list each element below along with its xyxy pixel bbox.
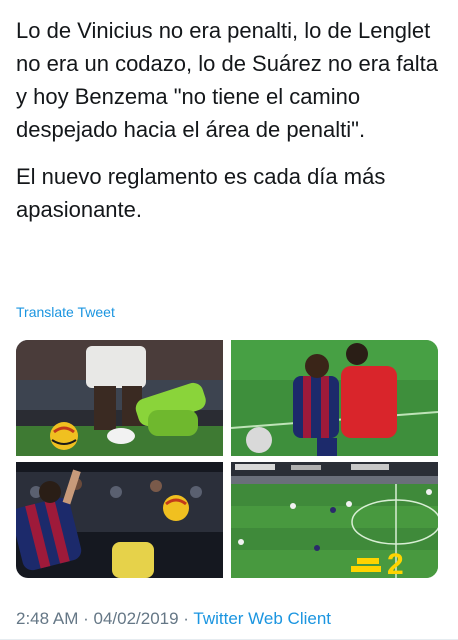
media-photo-1[interactable] [16, 340, 223, 456]
media-photo-2[interactable] [231, 340, 438, 456]
tweet-meta: 2:48 AM · 04/02/2019 · Twitter Web Clien… [16, 609, 331, 629]
tweet-paragraph-1: Lo de Vinicius no era penalti, lo de Len… [16, 18, 438, 142]
translate-tweet-link[interactable]: Translate Tweet [16, 304, 115, 320]
media-photo-3[interactable] [16, 462, 223, 578]
tweet-paragraph-2: El nuevo reglamento es cada día más apas… [16, 164, 386, 222]
tweet-client-link[interactable]: Twitter Web Client [193, 609, 331, 628]
tweet-text: Lo de Vinicius no era penalti, lo de Len… [16, 14, 446, 226]
tweet-time: 2:48 AM [16, 609, 79, 628]
meta-separator: · [78, 609, 94, 628]
meta-separator-2: · [178, 609, 194, 628]
media-grid: 2 [16, 340, 438, 578]
media-watermark: 2 [387, 548, 404, 578]
tweet-date: 04/02/2019 [93, 609, 179, 628]
media-photo-4[interactable]: 2 [231, 462, 438, 578]
